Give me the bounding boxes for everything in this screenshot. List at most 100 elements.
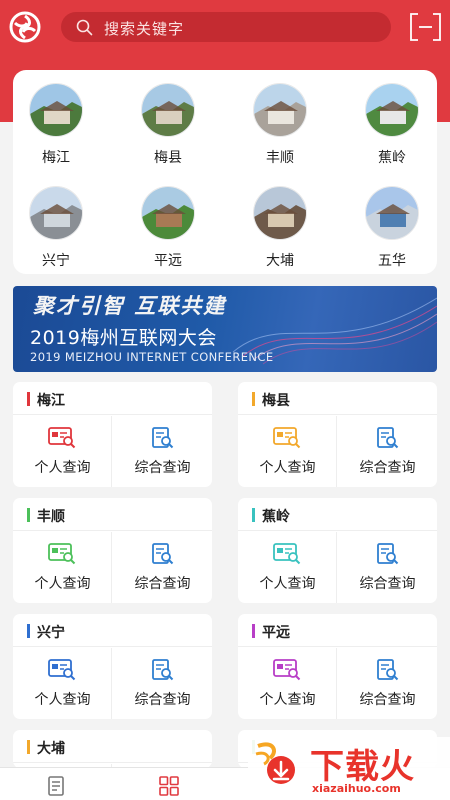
general-query-button[interactable]: 综合查询 [113,416,212,487]
personal-query-label: 个人查询 [34,692,91,708]
general-query-button[interactable]: 综合查询 [113,648,212,719]
district-title: 平远 [262,625,290,641]
watermark-url: xiazaihuo.com [312,782,401,795]
district-color-bar [27,740,30,754]
city-item[interactable]: 梅县 [128,83,208,166]
district-card-header: 梅县 [238,382,437,415]
personal-query-button[interactable]: 个人查询 [13,648,112,719]
city-photo [365,186,419,240]
city-name: 大埔 [266,253,294,269]
district-color-bar [252,624,255,638]
watermark: 下载火 xiazaihuo.com [248,737,450,800]
personal-query-icon [48,543,76,565]
district-title: 大埔 [37,741,65,757]
personal-query-label: 个人查询 [259,460,316,476]
general-query-icon [152,427,174,449]
watermark-logo-icon [255,742,295,784]
district-card-header: 平远 [238,614,437,647]
general-query-label: 综合查询 [359,460,416,476]
city-item[interactable]: 丰顺 [240,83,320,166]
document-icon[interactable] [46,775,68,797]
city-photo [29,186,83,240]
city-name: 兴宁 [42,253,70,269]
city-name: 梅县 [154,150,182,166]
personal-query-button[interactable]: 个人查询 [238,416,337,487]
personal-query-label: 个人查询 [34,460,91,476]
city-name: 梅江 [42,150,70,166]
personal-query-button[interactable]: 个人查询 [238,648,337,719]
district-card: 丰顺个人查询 综合查询 [13,498,212,603]
personal-query-icon [273,427,301,449]
general-query-label: 综合查询 [359,576,416,592]
district-card-header: 丰顺 [13,498,212,531]
search-icon [76,19,93,36]
general-query-button[interactable]: 综合查询 [338,648,437,719]
search-bar[interactable]: 搜索关键字 [61,12,391,42]
city-item[interactable]: 蕉岭 [352,83,432,166]
banner-subtitle: 2019 MEIZHOU INTERNET CONFERENCE [30,350,274,364]
city-item[interactable]: 大埔 [240,186,320,269]
top-bar: 搜索关键字 [0,0,450,56]
district-title: 梅江 [37,393,65,409]
city-photo [365,83,419,137]
district-color-bar [27,392,30,406]
general-query-label: 综合查询 [134,460,191,476]
city-item[interactable]: 梅江 [16,83,96,166]
watermark-text: 下载火 [310,747,415,787]
district-card-header: 兴宁 [13,614,212,647]
district-card: 兴宁个人查询 综合查询 [13,614,212,719]
general-query-icon [152,543,174,565]
search-placeholder: 搜索关键字 [104,20,185,38]
general-query-label: 综合查询 [359,692,416,708]
district-title: 丰顺 [37,509,65,525]
district-title: 兴宁 [37,625,65,641]
city-item[interactable]: 平远 [128,186,208,269]
general-query-icon [377,427,399,449]
city-photo [253,186,307,240]
city-name: 五华 [378,253,406,269]
district-card: 梅江个人查询 综合查询 [13,382,212,487]
general-query-label: 综合查询 [134,692,191,708]
banner-title: 2019梅州互联网大会 [30,327,217,349]
city-item[interactable]: 五华 [352,186,432,269]
city-item[interactable]: 兴宁 [16,186,96,269]
district-card-header: 梅江 [13,382,212,415]
general-query-icon [377,543,399,565]
personal-query-icon [48,659,76,681]
district-title: 梅县 [262,393,290,409]
district-card-header: 大埔 [13,730,212,763]
app-logo-icon[interactable] [9,11,41,43]
district-card: 梅县个人查询 综合查询 [238,382,437,487]
general-query-icon [377,659,399,681]
district-card: 蕉岭个人查询 综合查询 [238,498,437,603]
general-query-button[interactable]: 综合查询 [338,416,437,487]
city-photo [141,186,195,240]
general-query-button[interactable]: 综合查询 [113,532,212,603]
district-card: 大埔个人查询综合查询 [13,730,212,768]
grid-icon[interactable] [158,775,180,797]
district-title: 蕉岭 [262,509,290,525]
district-color-bar [27,508,30,522]
city-name: 平远 [154,253,182,269]
personal-query-label: 个人查询 [259,576,316,592]
city-photo [253,83,307,137]
personal-query-label: 个人查询 [259,692,316,708]
district-card: 平远个人查询 综合查询 [238,614,437,719]
district-color-bar [252,392,255,406]
conference-banner[interactable]: 聚才引智 互联共建 2019梅州互联网大会 2019 MEIZHOU INTER… [13,286,437,372]
general-query-label: 综合查询 [134,576,191,592]
scan-icon[interactable] [410,13,441,41]
personal-query-button[interactable]: 个人查询 [13,532,112,603]
district-color-bar [252,508,255,522]
city-grid: 梅江 梅县 丰顺 蕉岭兴宁 平远 大埔 五华 [13,70,437,274]
personal-query-label: 个人查询 [34,576,91,592]
city-name: 丰顺 [266,150,294,166]
personal-query-icon [273,543,301,565]
general-query-icon [152,659,174,681]
city-name: 蕉岭 [378,150,406,166]
general-query-button[interactable]: 综合查询 [338,532,437,603]
personal-query-icon [273,659,301,681]
personal-query-icon [48,427,76,449]
personal-query-button[interactable]: 个人查询 [13,416,112,487]
personal-query-button[interactable]: 个人查询 [238,532,337,603]
